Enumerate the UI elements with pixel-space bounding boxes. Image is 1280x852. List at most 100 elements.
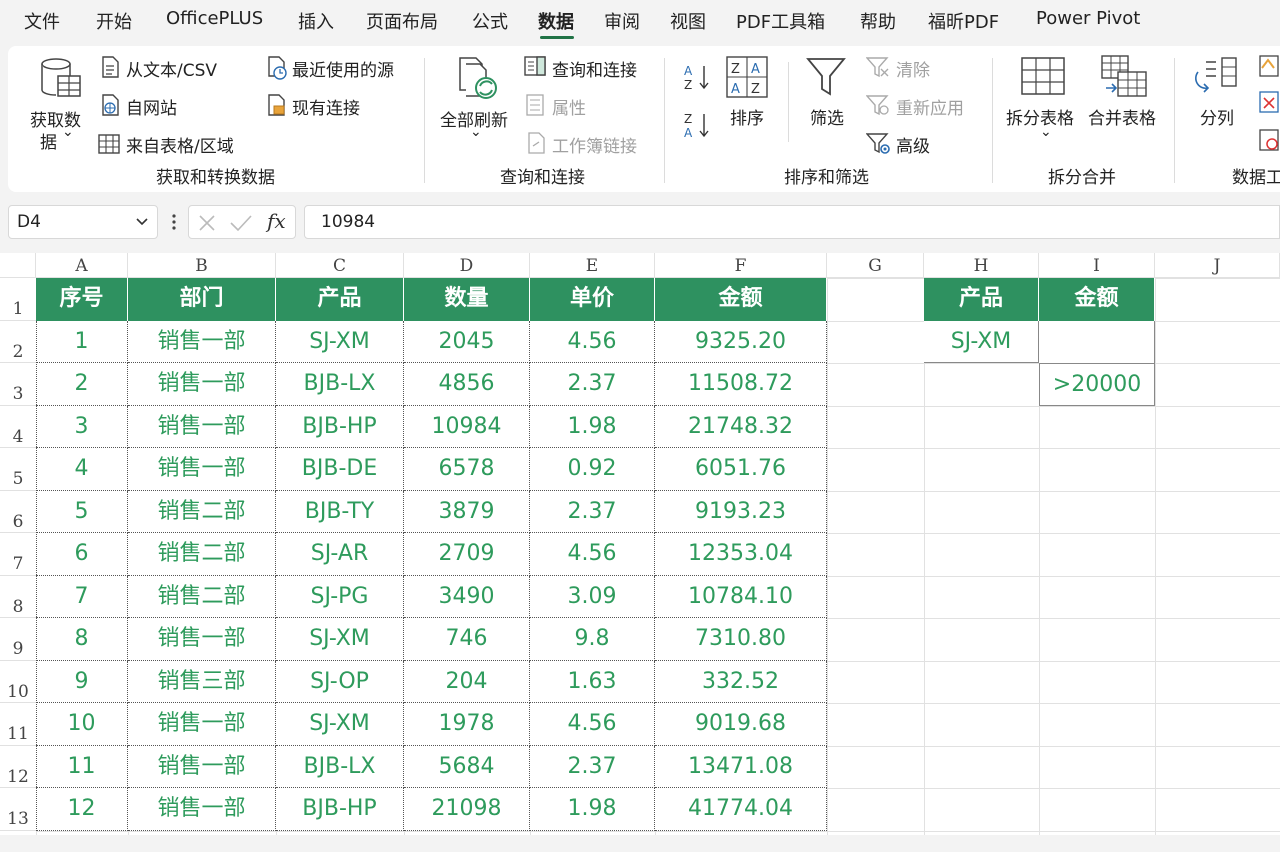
tab-power-pivot[interactable]: Power Pivot (1036, 8, 1140, 29)
table-cell[interactable]: 2.37 (530, 490, 655, 533)
column-header-e[interactable]: E (530, 253, 655, 278)
table-cell[interactable]: 9.8 (530, 618, 655, 661)
table-cell[interactable]: 销售一部 (128, 448, 276, 491)
table-cell[interactable]: 9019.68 (655, 703, 827, 746)
table-cell[interactable]: 1 (36, 320, 128, 363)
table-cell[interactable]: 4.56 (530, 320, 655, 363)
table-cell[interactable]: 销售二部 (128, 575, 276, 618)
table-cell[interactable]: 41774.04 (655, 788, 827, 831)
table-cell[interactable]: 746 (404, 618, 530, 661)
table-cell[interactable]: 2045 (404, 320, 530, 363)
more-options-icon[interactable] (170, 212, 178, 232)
table-cell[interactable]: SJ-OP (276, 660, 404, 703)
row-header-11[interactable]: 11 (0, 703, 36, 746)
table-cell[interactable]: 12353.04 (655, 533, 827, 576)
table-cell[interactable]: 销售一部 (128, 363, 276, 406)
tab-page-layout[interactable]: 页面布局 (366, 8, 438, 34)
table-cell[interactable]: 10 (36, 703, 128, 746)
table-cell[interactable]: 204 (404, 660, 530, 703)
row-header-12[interactable]: 12 (0, 745, 36, 788)
table-cell[interactable]: 6051.76 (655, 448, 827, 491)
table-cell[interactable]: 2709 (404, 533, 530, 576)
table-cell[interactable]: BJB-DE (276, 448, 404, 491)
column-header-d[interactable]: D (404, 253, 530, 278)
table-cell[interactable]: SJ-XM (276, 703, 404, 746)
table-cell[interactable]: 10784.10 (655, 575, 827, 618)
row-header-9[interactable]: 9 (0, 618, 36, 661)
row-header-1[interactable]: 1 (0, 278, 36, 321)
column-header-a[interactable]: A (36, 253, 128, 278)
row-header-5[interactable]: 5 (0, 448, 36, 491)
table-cell[interactable]: 销售一部 (128, 618, 276, 661)
table-cell[interactable]: 4.56 (530, 533, 655, 576)
table-cell[interactable]: 10984 (404, 405, 530, 448)
criteria-amount-cell[interactable]: >20000 (1039, 363, 1155, 406)
table-cell[interactable]: BJB-TY (276, 490, 404, 533)
table-cell[interactable]: 3879 (404, 490, 530, 533)
table-cell[interactable]: 4.56 (530, 703, 655, 746)
tab-foxit-pdf[interactable]: 福昕PDF (928, 8, 999, 34)
tab-officeplus[interactable]: OfficePLUS (166, 8, 263, 29)
criteria-amount-empty-cell[interactable] (1039, 320, 1155, 363)
table-cell[interactable]: 销售一部 (128, 405, 276, 448)
table-cell[interactable]: 1978 (404, 703, 530, 746)
tab-view[interactable]: 视图 (670, 8, 706, 34)
table-cell[interactable]: 销售一部 (128, 703, 276, 746)
data-tools-icons[interactable] (1258, 54, 1280, 154)
table-cell[interactable]: BJB-HP (276, 788, 404, 831)
column-header-b[interactable]: B (128, 253, 276, 278)
table-cell[interactable]: 21748.32 (655, 405, 827, 448)
tab-formulas[interactable]: 公式 (472, 8, 508, 34)
row-header-7[interactable]: 7 (0, 533, 36, 576)
table-cell[interactable]: 1.98 (530, 788, 655, 831)
tab-review[interactable]: 审阅 (604, 8, 640, 34)
table-cell[interactable]: SJ-AR (276, 533, 404, 576)
table-cell[interactable]: 3490 (404, 575, 530, 618)
table-cell[interactable]: 1.98 (530, 405, 655, 448)
table-cell[interactable]: SJ-PG (276, 575, 404, 618)
table-cell[interactable]: 0.92 (530, 448, 655, 491)
column-header-c[interactable]: C (276, 253, 404, 278)
table-cell[interactable]: 9 (36, 660, 128, 703)
tab-insert[interactable]: 插入 (298, 8, 334, 34)
tab-data[interactable]: 数据 (538, 8, 574, 34)
table-cell[interactable]: 13471.08 (655, 745, 827, 788)
column-header-j[interactable]: J (1155, 253, 1280, 278)
table-cell[interactable]: SJ-XM (276, 618, 404, 661)
column-header-g[interactable]: G (827, 253, 924, 278)
table-cell[interactable]: 12 (36, 788, 128, 831)
row-header-4[interactable]: 4 (0, 405, 36, 448)
table-cell[interactable]: 6 (36, 533, 128, 576)
tab-pdf-toolbox[interactable]: PDF工具箱 (736, 8, 825, 34)
table-cell[interactable]: 11 (36, 745, 128, 788)
table-cell[interactable]: 5 (36, 490, 128, 533)
table-cell[interactable]: 332.52 (655, 660, 827, 703)
row-header-2[interactable]: 2 (0, 320, 36, 363)
table-cell[interactable]: 销售一部 (128, 745, 276, 788)
table-cell[interactable]: BJB-HP (276, 405, 404, 448)
table-cell[interactable]: 销售一部 (128, 788, 276, 831)
criteria-product-cell[interactable]: SJ-XM (924, 320, 1039, 363)
table-cell[interactable]: BJB-LX (276, 745, 404, 788)
table-cell[interactable]: SJ-XM (276, 320, 404, 363)
enter-check-icon[interactable] (229, 214, 253, 232)
column-header-h[interactable]: H (924, 253, 1039, 278)
table-cell[interactable]: 2.37 (530, 745, 655, 788)
table-cell[interactable]: BJB-LX (276, 363, 404, 406)
tab-file[interactable]: 文件 (24, 8, 60, 34)
insert-function-icon[interactable]: fx (267, 209, 286, 233)
table-cell[interactable]: 4856 (404, 363, 530, 406)
column-header-i[interactable]: I (1039, 253, 1155, 278)
tab-home[interactable]: 开始 (96, 8, 132, 34)
row-header-13[interactable]: 13 (0, 788, 36, 831)
formula-input[interactable]: 10984 (304, 205, 1280, 239)
table-cell[interactable]: 11508.72 (655, 363, 827, 406)
table-cell[interactable]: 8 (36, 618, 128, 661)
row-header-10[interactable]: 10 (0, 660, 36, 703)
row-header-3[interactable]: 3 (0, 363, 36, 406)
row-header-8[interactable]: 8 (0, 575, 36, 618)
cancel-icon[interactable] (197, 214, 217, 232)
table-cell[interactable]: 21098 (404, 788, 530, 831)
table-cell[interactable]: 销售二部 (128, 490, 276, 533)
name-box[interactable]: D4 (8, 205, 158, 239)
